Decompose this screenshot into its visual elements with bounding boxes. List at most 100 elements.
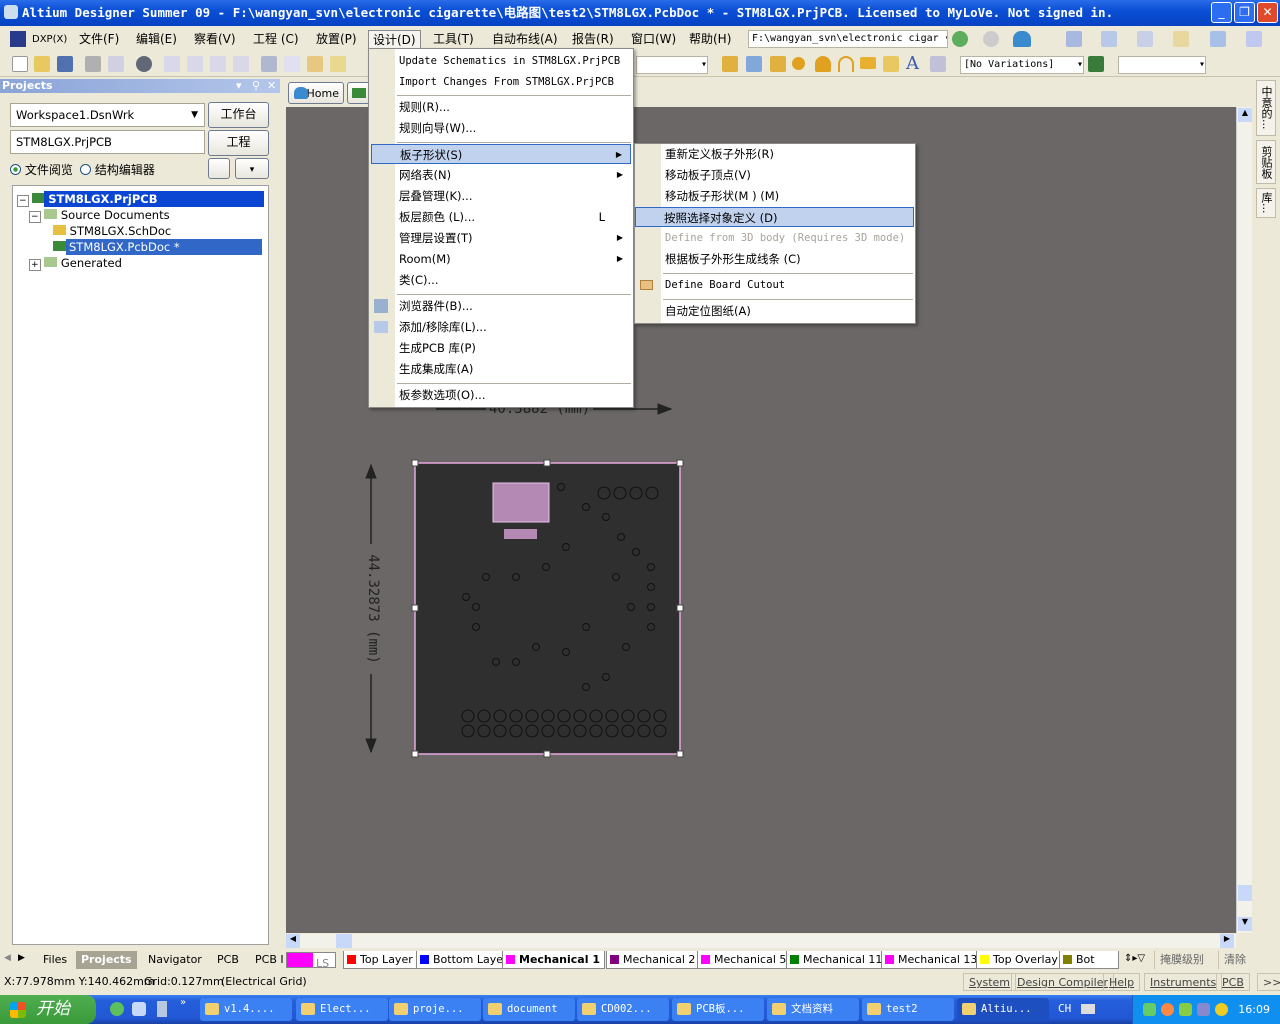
arc-icon[interactable] [838, 56, 854, 72]
component-footprint-u2[interactable] [504, 529, 537, 539]
component-icon[interactable] [930, 56, 946, 72]
layer-tab[interactable]: Mechanical 5 [697, 951, 792, 969]
layer-tab[interactable]: Bottom Layer [416, 951, 513, 969]
layer-tab[interactable]: Mechanical 13 [881, 951, 983, 969]
via-icon[interactable] [815, 56, 831, 72]
quicklaunch-more-icon[interactable]: » [180, 997, 186, 1008]
layer-tab[interactable]: Mechanical 1 [502, 951, 605, 969]
status-button-instruments[interactable]: Instruments [1144, 973, 1223, 991]
layer-tab[interactable]: Mechanical 2 [606, 951, 701, 969]
view-mode-radio-struct[interactable]: 结构编辑器 [80, 161, 155, 178]
close-button[interactable]: ✕ [1257, 2, 1278, 23]
task-button[interactable]: proje... [389, 998, 481, 1021]
zoom-selected-icon[interactable] [210, 56, 226, 72]
tray-network-icon[interactable] [1143, 1003, 1156, 1016]
menu-autoroute[interactable]: 自动布线(A) [488, 30, 562, 49]
route-icon[interactable] [722, 56, 738, 72]
submenu-item-redefine-board-shape[interactable]: 重新定义板子外形(R) [637, 144, 913, 164]
workspace-combo[interactable]: Workspace1.DsnWrk ▼ [10, 103, 205, 127]
scroll-right-icon[interactable]: ▶ [1220, 934, 1234, 948]
pin-icon[interactable]: ⚲ [252, 79, 260, 93]
submenu-item-define-board-cutout[interactable]: Define Board Cutout [637, 275, 913, 295]
panel-tab-files[interactable]: Files [38, 951, 72, 969]
paste-icon[interactable] [307, 56, 323, 72]
layer-tab[interactable]: Top Layer [343, 951, 418, 969]
workspace-button[interactable]: 工作台 [208, 102, 269, 128]
ruler-icon[interactable] [1173, 31, 1189, 47]
zoom-area-icon[interactable] [187, 56, 203, 72]
project-button[interactable]: 工程 [208, 130, 269, 156]
zoom-fit-icon[interactable] [164, 56, 180, 72]
menu-project[interactable]: 工程 (C) [249, 30, 303, 49]
layer-tool-icon[interactable] [1066, 31, 1082, 47]
task-button[interactable]: v1.4.... [200, 998, 292, 1021]
tree-node-source-documents[interactable]: − Source Documents [29, 207, 170, 223]
collapse-icon[interactable]: − [29, 211, 41, 223]
tree-node-pcbdoc[interactable]: STM8LGX.PcbDoc * [53, 239, 262, 255]
menu-item-browse-components[interactable]: 浏览器件(B)... [371, 296, 631, 316]
status-button-design-compiler[interactable]: Design Compiler [1011, 973, 1114, 991]
calculator-icon[interactable] [157, 1001, 167, 1017]
menu-file[interactable]: 文件(F) [75, 30, 123, 49]
right-tab-clipboard[interactable]: 剪贴板 [1256, 140, 1276, 184]
layer-scroll-icon[interactable]: ⇕▸▽ [1124, 953, 1145, 964]
menu-item-layer-stack[interactable]: 层叠管理(K)... [371, 186, 631, 206]
pad-icon[interactable] [792, 57, 805, 70]
align-icon[interactable] [1101, 31, 1117, 47]
menu-item-board-options[interactable]: 板参数选项(O)... [371, 385, 631, 405]
tree-node-project[interactable]: − STM8LGX.PrjPCB [17, 191, 265, 207]
menu-item-classes[interactable]: 类(C)... [371, 270, 631, 290]
view-mode-radio-file[interactable]: 文件阅览 [10, 161, 73, 178]
collapse-icon[interactable]: − [17, 195, 29, 207]
panel-tab-pcb[interactable]: PCB [212, 951, 244, 969]
submenu-item-auto-position-sheet[interactable]: 自动定位图纸(A) [637, 301, 913, 321]
right-tab-favorites[interactable]: 中意的... [1256, 80, 1276, 136]
language-indicator[interactable]: CH [1058, 1002, 1071, 1015]
menu-help[interactable]: 帮助(H) [685, 30, 735, 49]
minimize-button[interactable]: _ [1211, 2, 1232, 23]
empty-combo[interactable]: ▾ [1118, 56, 1206, 74]
layer-tab[interactable]: Top Overlay [976, 951, 1063, 969]
diff-pair-icon[interactable] [770, 56, 786, 72]
ie-icon[interactable] [110, 1002, 124, 1016]
horizontal-scroll-thumb[interactable] [336, 934, 352, 948]
component-footprint-u1[interactable] [492, 482, 550, 523]
task-button[interactable]: 文档资料 [767, 998, 859, 1021]
print-icon[interactable] [85, 56, 101, 72]
new-icon[interactable] [12, 56, 28, 72]
layer-tab[interactable]: Bot [1059, 951, 1119, 969]
string-icon[interactable]: A [906, 53, 919, 74]
panel-tab-pcb-inspector[interactable]: PCB I [250, 951, 289, 969]
menu-reports[interactable]: 报告(R) [568, 30, 618, 49]
menu-item-import-changes[interactable]: Import Changes From STM8LGX.PrjPCB [371, 72, 631, 92]
menu-item-room[interactable]: Room(M) ▶ [371, 249, 631, 269]
panel-tabs-prev-icon[interactable]: ◀ [4, 953, 11, 963]
maximize-button[interactable]: ❐ [1234, 2, 1255, 23]
layer-combo[interactable]: ▾ [636, 56, 708, 74]
room-icon[interactable] [1210, 31, 1226, 47]
home-globe-icon[interactable] [1013, 31, 1031, 47]
start-button[interactable]: 开始 [0, 995, 96, 1024]
task-button[interactable]: test2 [862, 998, 954, 1021]
rubber-stamp-icon[interactable] [330, 56, 346, 72]
panel-menu-icon[interactable]: ▾ [236, 79, 242, 93]
status-button-system[interactable]: System [963, 973, 1017, 991]
tree-node-schdoc[interactable]: STM8LGX.SchDoc [53, 223, 171, 239]
tree-node-generated[interactable]: + Generated [29, 255, 122, 271]
scroll-down-icon[interactable]: ▼ [1238, 917, 1252, 931]
status-button-pcb[interactable]: PCB [1216, 973, 1250, 991]
pcb-icon[interactable] [1088, 56, 1104, 72]
tray-plus-icon[interactable] [1215, 1003, 1228, 1016]
3d-icon[interactable] [136, 56, 152, 72]
menu-item-make-integrated-library[interactable]: 生成集成库(A) [371, 359, 631, 379]
menu-item-layer-sets[interactable]: 管理层设置(T) ▶ [371, 228, 631, 248]
panel-tab-projects[interactable]: Projects [76, 951, 137, 969]
copy-icon[interactable] [284, 56, 300, 72]
menu-item-rules-wizard[interactable]: 规则向导(W)... [371, 118, 631, 138]
menu-tools[interactable]: 工具(T) [429, 30, 478, 49]
task-button[interactable]: document [483, 998, 575, 1021]
save-icon[interactable] [57, 56, 73, 72]
variations-combo[interactable]: [No Variations] ▾ [960, 56, 1084, 74]
zoom-filter-icon[interactable] [233, 56, 249, 72]
vertical-scroll-thumb[interactable] [1238, 885, 1252, 901]
